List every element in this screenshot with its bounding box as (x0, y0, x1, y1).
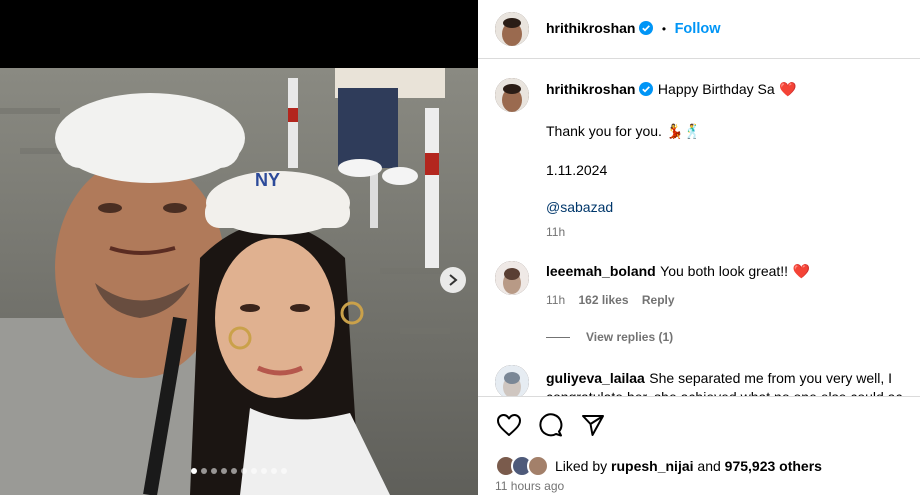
view-replies-label[interactable]: View replies (1) (586, 330, 673, 344)
carousel-dot[interactable] (251, 468, 257, 474)
carousel-dot[interactable] (231, 468, 237, 474)
caption-line-1: Happy Birthday Sa (657, 81, 775, 97)
verified-badge-icon (639, 82, 654, 101)
carousel-dot[interactable] (201, 468, 207, 474)
comment-time: 11h (546, 293, 566, 307)
view-replies[interactable]: View replies (1) (546, 330, 906, 344)
carousel-dot[interactable] (241, 468, 247, 474)
svg-text:NY: NY (255, 170, 280, 190)
post-photo: NY (0, 68, 478, 495)
post-sidebar: hrithikroshan • Follow hrithikroshan Hap… (478, 0, 920, 495)
comment-item: guliyeva_lailaa She separated me from yo… (546, 369, 906, 396)
comment-text: You both look great!! (660, 263, 789, 279)
carousel-dot[interactable] (191, 468, 197, 474)
like-button[interactable] (496, 413, 522, 442)
comment-likes[interactable]: 162 likes (578, 293, 628, 307)
comments-section: hrithikroshan Happy Birthday Sa ❤️ Thank… (478, 59, 920, 396)
verified-badge-icon (639, 21, 654, 40)
dance-emoji-icon: 💃🕺 (666, 123, 702, 139)
author-username[interactable]: hrithikroshan (546, 20, 635, 36)
comment-avatar[interactable] (495, 261, 529, 295)
send-icon (582, 415, 604, 436)
carousel-dot[interactable] (221, 468, 227, 474)
post-header: hrithikroshan • Follow (478, 0, 920, 59)
comment-button[interactable] (538, 413, 564, 442)
comment-username[interactable]: guliyeva_lailaa (546, 370, 645, 386)
carousel-dot[interactable] (281, 468, 287, 474)
liked-by-prefix: Liked by (555, 458, 608, 474)
post-media: NY (0, 0, 478, 495)
caption: hrithikroshan Happy Birthday Sa ❤️ Thank… (546, 81, 906, 239)
chevron-right-icon (449, 274, 458, 286)
comment-avatar[interactable] (495, 365, 529, 396)
follow-button[interactable]: Follow (675, 21, 721, 37)
carousel-dot[interactable] (271, 468, 277, 474)
post-actions: Liked by rupesh_nijai and 975,923 others… (478, 396, 920, 496)
heart-emoji-icon: ❤️ (779, 81, 797, 97)
liker-avatars (495, 455, 549, 477)
carousel-dots (0, 468, 478, 474)
comment-icon (539, 413, 563, 437)
heart-emoji-icon: ❤️ (792, 263, 810, 279)
view-replies-line (546, 336, 570, 338)
share-button[interactable] (580, 413, 606, 442)
carousel-dot[interactable] (261, 468, 267, 474)
liker-avatar[interactable] (527, 455, 549, 477)
caption-avatar[interactable] (495, 78, 529, 112)
likes-count[interactable]: 975,923 others (725, 458, 822, 474)
comment-username[interactable]: leeemah_boland (546, 263, 656, 279)
author-avatar[interactable] (495, 12, 529, 46)
caption-time: 11h (546, 225, 566, 239)
caption-date: 1.11.2024 (546, 162, 608, 178)
comment-reply-button[interactable]: Reply (642, 293, 675, 307)
carousel-next-button[interactable] (440, 267, 466, 293)
heart-icon (497, 414, 521, 436)
caption-mention-link[interactable]: @sabazad (546, 199, 906, 215)
caption-line-2: Thank you for you. (546, 123, 662, 139)
carousel-dot[interactable] (211, 468, 217, 474)
comment-item: leeemah_boland You both look great!! ❤️ … (546, 263, 906, 344)
header-separator: • (661, 22, 667, 36)
liked-by-and: and (697, 458, 721, 474)
liked-by-user[interactable]: rupesh_nijai (611, 458, 693, 474)
likes-summary: Liked by rupesh_nijai and 975,923 others (495, 455, 822, 477)
caption-username[interactable]: hrithikroshan (546, 81, 635, 97)
post-timestamp[interactable]: 11 hours ago (495, 479, 564, 493)
